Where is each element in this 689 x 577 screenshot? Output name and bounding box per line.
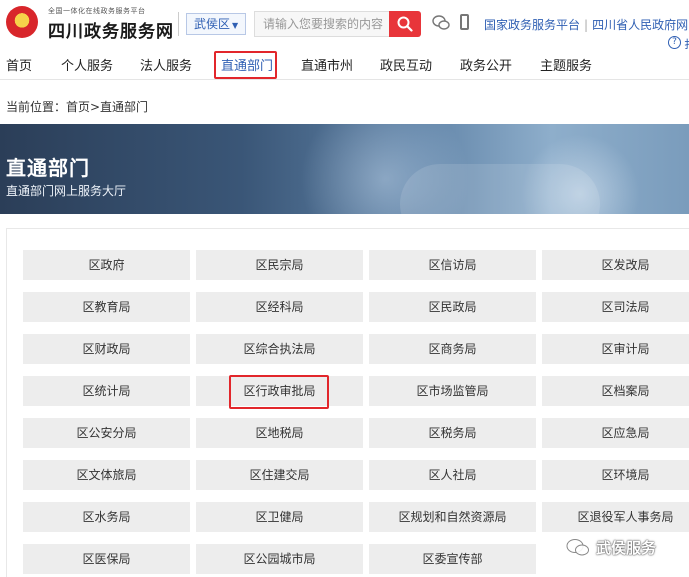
selected-department-highlight xyxy=(229,375,329,409)
watermark-text: 武侯服务 xyxy=(596,538,657,557)
department-tile[interactable]: 区委宣传部 xyxy=(369,544,536,574)
department-tile[interactable]: 区税务局 xyxy=(369,418,536,448)
national-platform-link[interactable]: 国家政务服务平台 xyxy=(484,18,580,32)
nav-corporate-services[interactable]: 法人服务 xyxy=(140,55,192,74)
department-tile[interactable]: 区综合执法局 xyxy=(196,334,363,364)
site-title[interactable]: 四川政务服务网 xyxy=(48,17,174,42)
nav-personal-services[interactable]: 个人服务 xyxy=(61,55,113,74)
department-tile[interactable]: 区市场监管局 xyxy=(369,376,536,406)
department-tile[interactable]: 区退役军人事务局 xyxy=(542,502,689,532)
search-input[interactable]: 请输入您要搜索的内容 xyxy=(254,11,390,37)
nav-government-affairs[interactable]: 政务公开 xyxy=(460,55,512,74)
department-tile[interactable]: 区住建交局 xyxy=(196,460,363,490)
department-tile[interactable]: 区规划和自然资源局 xyxy=(369,502,536,532)
search-icon xyxy=(397,16,413,32)
nav-home[interactable]: 首页 xyxy=(6,55,32,74)
mobile-icon[interactable] xyxy=(460,14,469,30)
department-tile[interactable]: 区审计局 xyxy=(542,334,689,364)
region-selector[interactable]: 武侯区 ▼ xyxy=(186,13,246,35)
department-tile[interactable]: 区司法局 xyxy=(542,292,689,322)
site-subtitle: 全国一体化在线政务服务平台 xyxy=(48,7,146,15)
wechat-icon xyxy=(566,539,589,556)
department-tile[interactable]: 区文体旅局 xyxy=(23,460,190,490)
top-header: 全国一体化在线政务服务平台 四川政务服务网 武侯区▼ 请输入您要搜索的内容 国家… xyxy=(0,0,689,51)
main-nav: 首页 个人服务 法人服务 直通部门 直通市州 政民互动 政务公开 主题服务 xyxy=(0,48,689,80)
active-nav-highlight xyxy=(214,51,277,79)
department-tile[interactable]: 区教育局 xyxy=(23,292,190,322)
department-tile[interactable]: 区卫健局 xyxy=(196,502,363,532)
provincial-gov-link[interactable]: 四川省人民政府网 xyxy=(592,18,688,32)
department-tile[interactable]: 区医保局 xyxy=(23,544,190,574)
search-button[interactable] xyxy=(389,11,421,37)
department-tile[interactable]: 区水务局 xyxy=(23,502,190,532)
banner-decoration xyxy=(400,164,600,214)
department-tile[interactable]: 区人社局 xyxy=(369,460,536,490)
region-label: 武侯区 xyxy=(194,17,231,31)
department-tile[interactable]: 区应急局 xyxy=(542,418,689,448)
department-tile[interactable]: 区公园城市局 xyxy=(196,544,363,574)
department-tile[interactable]: 区财政局 xyxy=(23,334,190,364)
watermark: 武侯服务 xyxy=(566,536,656,558)
department-tile[interactable]: 区信访局 xyxy=(369,250,536,280)
department-tile[interactable]: 区民政局 xyxy=(369,292,536,322)
department-tile[interactable]: 区政府 xyxy=(23,250,190,280)
department-tile[interactable]: 区发改局 xyxy=(542,250,689,280)
wechat-icon[interactable] xyxy=(432,14,450,32)
header-links: 国家政务服务平台 | 四川省人民政府网 xyxy=(484,16,688,33)
banner-title: 直通部门 xyxy=(6,156,90,180)
department-tile[interactable]: 区民宗局 xyxy=(196,250,363,280)
nav-direct-cities[interactable]: 直通市州 xyxy=(301,55,353,74)
nav-public-interaction[interactable]: 政民互动 xyxy=(380,55,432,74)
department-tile[interactable]: 区商务局 xyxy=(369,334,536,364)
breadcrumb: 当前位置：首页>直通部门 xyxy=(6,100,149,114)
banner-subtitle: 直通部门网上服务大厅 xyxy=(6,184,127,198)
chevron-down-icon: ▼ xyxy=(232,21,239,30)
nav-theme-services[interactable]: 主题服务 xyxy=(540,55,592,74)
header-divider xyxy=(178,12,179,36)
banner: 直通部门 直通部门网上服务大厅 xyxy=(0,124,689,214)
department-tile[interactable]: 区统计局 xyxy=(23,376,190,406)
department-tile[interactable]: 区经科局 xyxy=(196,292,363,322)
department-tile[interactable]: 区公安分局 xyxy=(23,418,190,448)
link-separator: | xyxy=(584,18,589,32)
department-tile[interactable]: 区地税局 xyxy=(196,418,363,448)
department-tile[interactable]: 区环境局 xyxy=(542,460,689,490)
department-tile[interactable]: 区档案局 xyxy=(542,376,689,406)
national-emblem-icon[interactable] xyxy=(6,6,38,38)
